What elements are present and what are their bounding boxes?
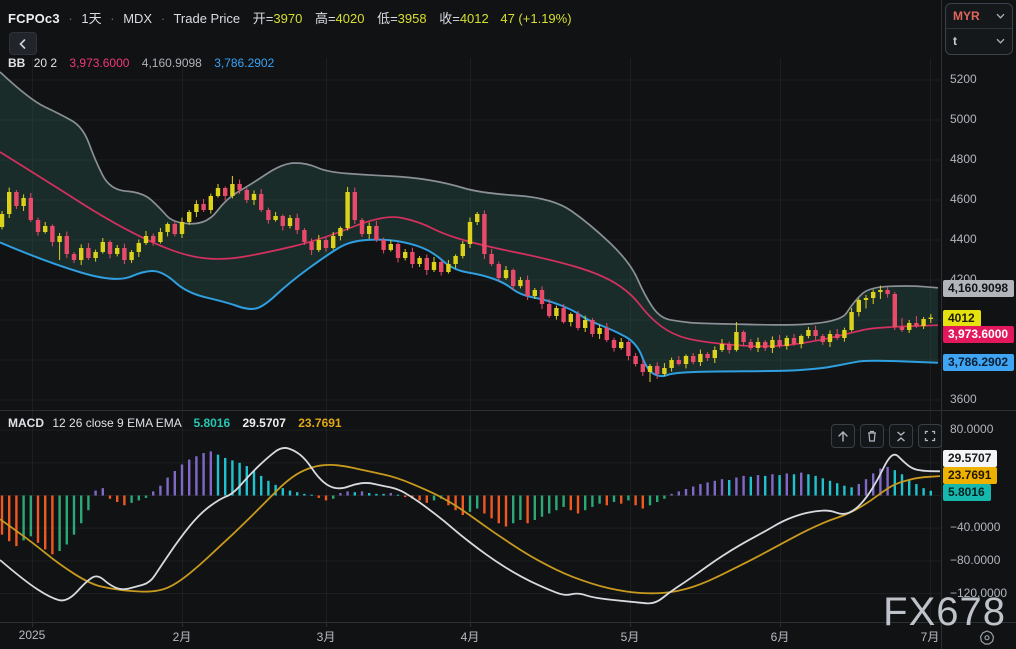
high-value: 4020 — [335, 11, 365, 26]
move-pane-up-icon — [838, 431, 848, 442]
bb-title: BB — [8, 56, 26, 70]
time-tick-label: 6月 — [770, 630, 790, 644]
macd-hist-value: 5.8016 — [193, 416, 231, 430]
macd-tick-label: −40.0000 — [950, 520, 1001, 535]
delete-pane-button[interactable] — [860, 424, 884, 448]
chart-window: FCPOc3 · 1天 · MDX · Trade Price 开=3970 高… — [0, 0, 1016, 649]
maximize-pane-icon — [924, 430, 936, 442]
low-value: 3958 — [397, 11, 427, 26]
price-tick-label: 4400 — [950, 232, 977, 246]
chart-canvas[interactable] — [0, 0, 941, 622]
change-value: 47 (+1.19%) — [500, 11, 572, 26]
macd-signal-value: 23.7691 — [298, 416, 342, 430]
price-tick-label: 4800 — [950, 152, 977, 166]
price-badge: 4,160.9098 — [943, 280, 1015, 297]
time-tick-label: 5月 — [620, 630, 640, 644]
macd-tick-label: −80.0000 — [950, 552, 1001, 567]
pane-toolbar — [831, 424, 942, 448]
macd-indicator-row[interactable]: MACD 12 26 close 9 EMA EMA 5.8016 29.570… — [8, 416, 342, 430]
time-tick-label: 3月 — [316, 630, 336, 644]
delete-pane-icon — [868, 430, 876, 442]
macd-title: MACD — [8, 416, 44, 430]
fx678-watermark: FX678 — [883, 590, 1006, 634]
price-badge: 3,973.6000 — [943, 326, 1015, 343]
interval[interactable]: 1天 — [81, 11, 101, 26]
maximize-pane-button[interactable] — [918, 424, 942, 448]
exchange: MDX — [123, 11, 153, 26]
price-tick-label: 5200 — [950, 72, 977, 86]
currency-select[interactable]: MYR — [946, 4, 1012, 28]
chevron-left-icon — [19, 38, 26, 49]
high-label: 高= — [314, 11, 336, 26]
separator: · — [68, 11, 73, 26]
price-badge: 29.5707 — [943, 450, 998, 467]
time-axis-settings-button[interactable] — [978, 629, 996, 649]
open-label: 开= — [252, 11, 274, 26]
axis-unit-selector: MYR t — [945, 3, 1013, 55]
bb-lower-value: 3,786.2902 — [214, 56, 275, 70]
bb-upper-value: 4,160.9098 — [141, 56, 202, 70]
price-badge: 3,786.2902 — [943, 354, 1015, 371]
back-button[interactable] — [9, 32, 37, 55]
move-pane-up-button[interactable] — [831, 424, 855, 448]
price-badge: 23.7691 — [943, 467, 998, 484]
price-tick-label: 3600 — [950, 392, 977, 406]
open-value: 3970 — [273, 11, 303, 26]
price-tick-label: 4600 — [950, 192, 977, 206]
price-badge: 5.8016 — [943, 484, 991, 501]
currency-value: MYR — [953, 9, 980, 23]
time-tick-label: 4月 — [460, 630, 480, 644]
macd-line-value: 29.5707 — [242, 416, 286, 430]
separator: · — [160, 11, 166, 26]
price-tick-label: 5000 — [950, 112, 977, 126]
bb-params: 20 2 — [33, 56, 58, 70]
gear-icon — [979, 630, 995, 645]
macd-params: 12 26 close 9 EMA EMA — [52, 416, 182, 430]
chevron-down-icon — [996, 13, 1005, 19]
close-label: 收= — [439, 11, 460, 26]
time-tick-label: 2025 — [18, 628, 46, 642]
time-tick-label: 2月 — [172, 630, 192, 644]
bb-basis-value: 3,973.6000 — [69, 56, 130, 70]
collapse-pane-icon — [897, 431, 905, 442]
low-label: 低= — [377, 11, 398, 26]
close-value: 4012 — [459, 11, 489, 26]
price-badge: 4012 — [943, 310, 981, 327]
separator: · — [110, 11, 115, 26]
unit-select[interactable]: t — [946, 28, 1012, 53]
bb-indicator-row[interactable]: BB 20 2 3,973.6000 4,160.9098 3,786.2902 — [8, 56, 274, 70]
unit-value: t — [953, 34, 957, 48]
macd-tick-label: 80.0000 — [950, 422, 994, 437]
series-type: Trade Price — [173, 11, 241, 26]
symbol-name[interactable]: FCPOc3 — [8, 11, 60, 26]
chevron-down-icon — [996, 38, 1005, 44]
collapse-pane-button[interactable] — [889, 424, 913, 448]
symbol-header: FCPOc3 · 1天 · MDX · Trade Price 开=3970 高… — [8, 8, 572, 27]
